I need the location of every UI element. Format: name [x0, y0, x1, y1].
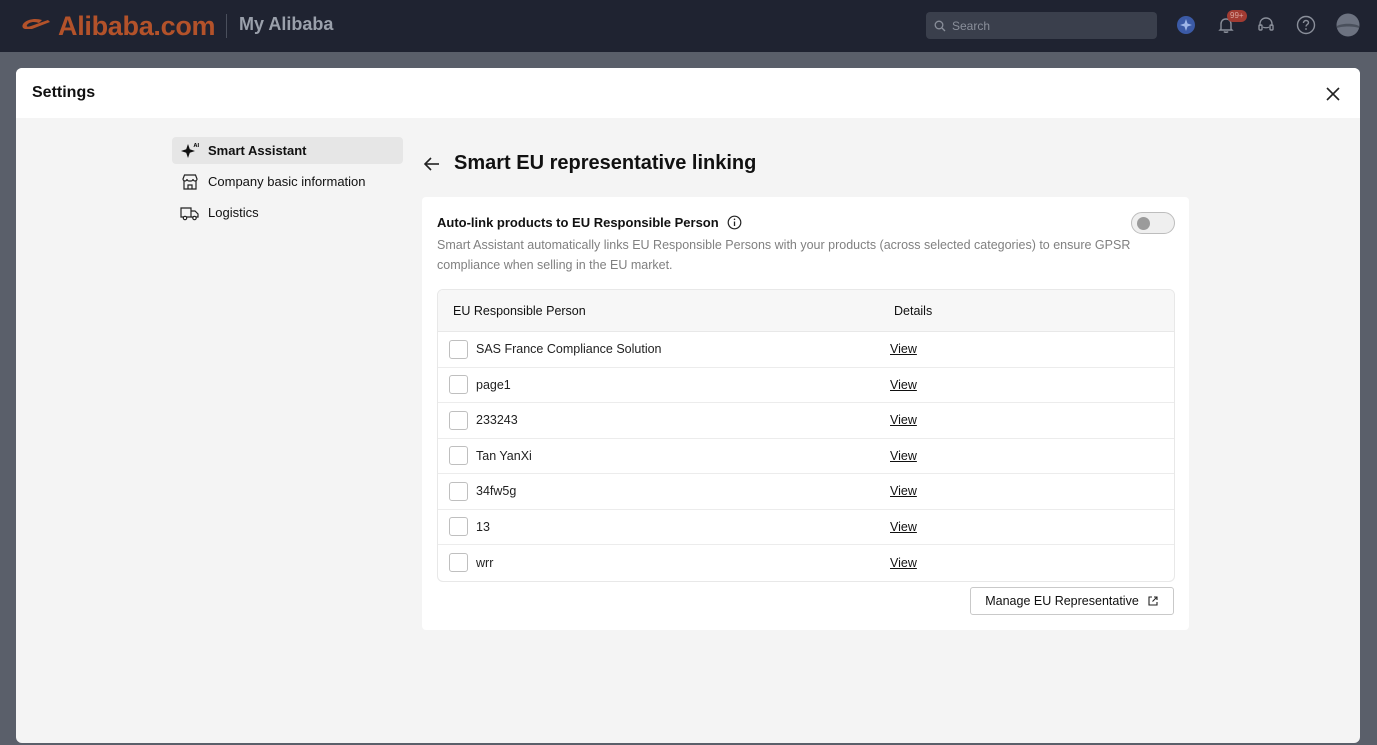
eu-responsible-person-table: EU Responsible Person Details SAS France…: [437, 289, 1175, 582]
sidebar-item-company-info[interactable]: Company basic information: [172, 168, 403, 195]
sidebar-item-logistics[interactable]: Logistics: [172, 199, 403, 226]
truck-icon: [180, 203, 200, 223]
sidebar-item-label: Smart Assistant: [208, 143, 307, 158]
info-icon[interactable]: [727, 215, 742, 230]
row-checkbox[interactable]: [449, 339, 468, 359]
view-link[interactable]: View: [890, 413, 917, 427]
sparkle-icon: AI: [180, 141, 200, 161]
logo-text: Alibaba.com: [58, 10, 216, 41]
auto-link-label: Auto-link products to EU Responsible Per…: [437, 215, 719, 230]
view-link[interactable]: View: [890, 342, 917, 356]
sidebar-item-label: Logistics: [208, 205, 259, 220]
manage-eu-representative-button[interactable]: Manage EU Representative: [970, 587, 1174, 615]
table-row: page1 View: [438, 368, 1174, 403]
sidebar-item-label: Company basic information: [208, 174, 366, 189]
table-row: wrr View: [438, 545, 1174, 581]
toggle-knob: [1137, 217, 1150, 230]
view-link[interactable]: View: [890, 520, 917, 534]
help-icon[interactable]: [1294, 13, 1318, 37]
external-link-icon: [1148, 596, 1158, 606]
store-icon: [180, 172, 200, 192]
table-header: EU Responsible Person Details: [438, 290, 1174, 332]
alibaba-logo-icon: [22, 18, 50, 29]
column-header-details: Details: [894, 303, 933, 318]
person-name: 13: [476, 519, 490, 534]
headset-icon[interactable]: [1254, 13, 1278, 37]
auto-link-title: Auto-link products to EU Responsible Per…: [437, 215, 742, 230]
person-name: 233243: [476, 413, 518, 428]
search-placeholder: Search: [952, 18, 991, 33]
notification-badge: 99+: [1227, 10, 1247, 22]
manage-button-label: Manage EU Representative: [985, 594, 1139, 608]
settings-modal: Settings AI Smart Assistant Company basi…: [16, 68, 1360, 743]
close-icon[interactable]: [1324, 85, 1342, 103]
modal-header: Settings: [16, 68, 1360, 118]
svg-text:AI: AI: [194, 143, 200, 149]
row-checkbox[interactable]: [449, 375, 468, 395]
ai-assistant-icon[interactable]: [1174, 13, 1198, 37]
row-checkbox[interactable]: [449, 446, 468, 466]
top-navigation-bar: Alibaba.com My Alibaba Search 99+: [0, 0, 1377, 52]
settings-sidebar: AI Smart Assistant Company basic informa…: [172, 137, 403, 230]
modal-title: Settings: [32, 84, 96, 101]
avatar[interactable]: [1336, 13, 1360, 37]
row-checkbox[interactable]: [449, 553, 468, 573]
table-row: 13 View: [438, 510, 1174, 545]
row-checkbox[interactable]: [449, 517, 468, 537]
page-header: Smart EU representative linking: [422, 152, 756, 175]
person-name: Tan YanXi: [476, 448, 532, 463]
search-icon: [934, 20, 946, 31]
eu-linking-card: Auto-link products to EU Responsible Per…: [422, 197, 1189, 630]
back-arrow-icon[interactable]: [422, 154, 442, 174]
alibaba-logo[interactable]: Alibaba.com: [20, 10, 216, 42]
view-link[interactable]: View: [890, 378, 917, 392]
table-row: 34fw5g View: [438, 474, 1174, 510]
view-link[interactable]: View: [890, 484, 917, 498]
table-row: 233243 View: [438, 403, 1174, 439]
person-name: 34fw5g: [476, 484, 517, 499]
person-name: page1: [476, 377, 511, 392]
section-title[interactable]: My Alibaba: [239, 14, 333, 35]
view-link[interactable]: View: [890, 449, 917, 463]
row-checkbox[interactable]: [449, 410, 468, 430]
auto-link-toggle[interactable]: [1131, 212, 1175, 234]
page-title: Smart EU representative linking: [454, 152, 757, 174]
person-name: wrr: [476, 555, 494, 570]
view-link[interactable]: View: [890, 556, 917, 570]
search-input[interactable]: Search: [926, 12, 1157, 39]
auto-link-description: Smart Assistant automatically links EU R…: [437, 238, 1131, 272]
logo-divider: [226, 14, 227, 38]
sidebar-item-smart-assistant[interactable]: AI Smart Assistant: [172, 137, 403, 164]
table-row: SAS France Compliance Solution View: [438, 332, 1174, 368]
table-row: Tan YanXi View: [438, 439, 1174, 474]
person-name: SAS France Compliance Solution: [476, 342, 662, 357]
column-header-name: EU Responsible Person: [453, 303, 586, 318]
row-checkbox[interactable]: [449, 481, 468, 501]
